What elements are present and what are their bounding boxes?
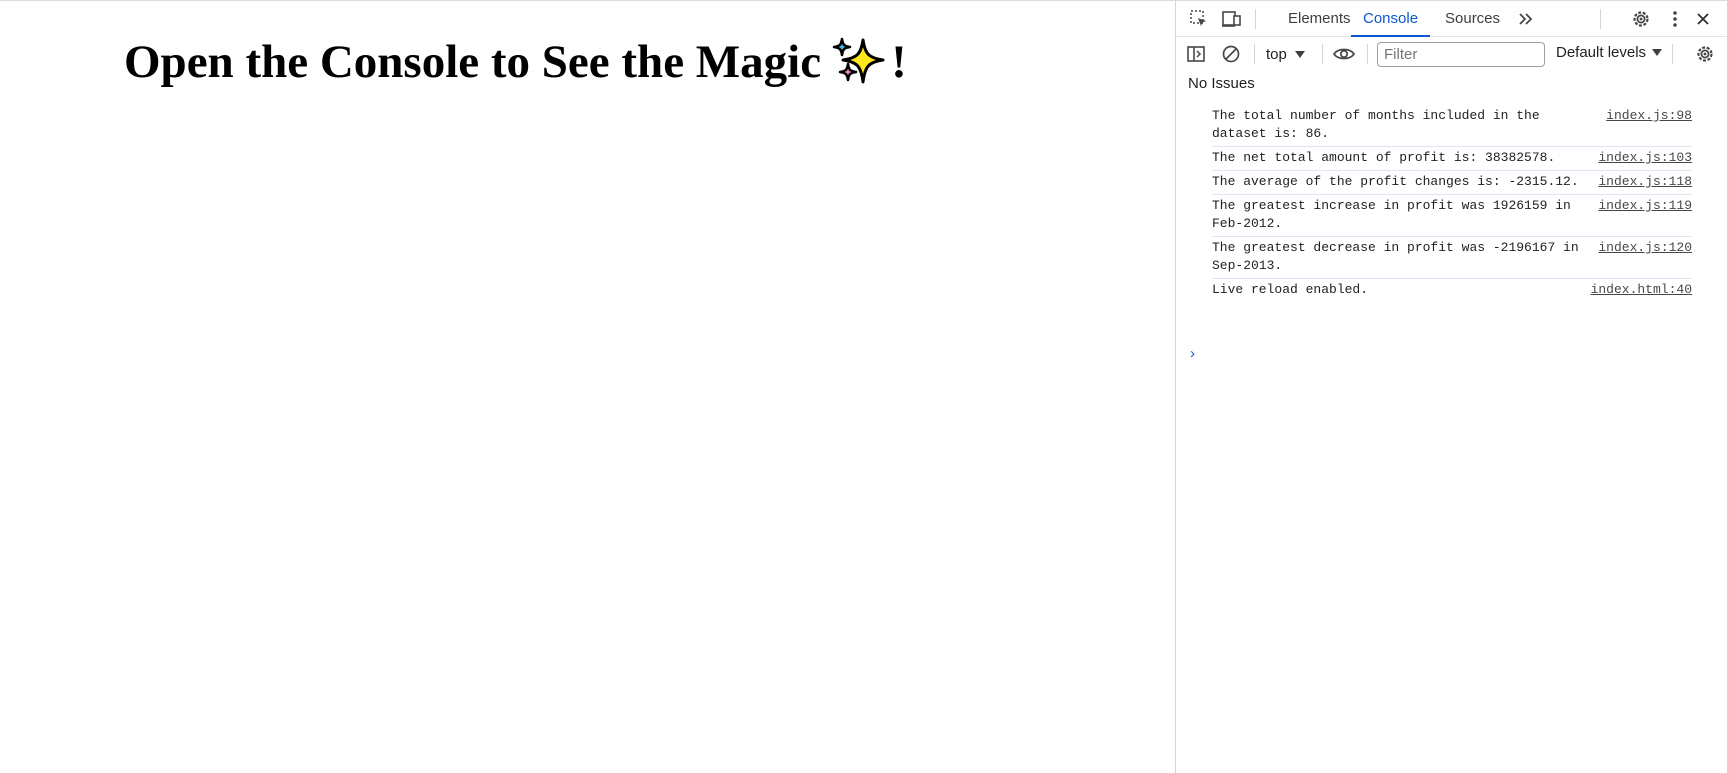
kebab-menu-icon[interactable] [1661, 5, 1689, 33]
message-source-link[interactable]: index.js:119 [1598, 197, 1692, 215]
context-selector[interactable]: top [1266, 44, 1305, 64]
devtools-tabbar: Elements Console Sources [1176, 1, 1727, 37]
console-message: The greatest increase in profit was 1926… [1212, 195, 1692, 237]
sparkles-icon [832, 37, 885, 84]
console-message: The greatest decrease in profit was -219… [1212, 237, 1692, 279]
inspect-element-icon[interactable] [1185, 5, 1213, 33]
message-text: The greatest decrease in profit was -219… [1212, 240, 1579, 273]
console-settings-icon[interactable] [1691, 40, 1719, 68]
message-source-link[interactable]: index.js:98 [1606, 107, 1692, 125]
issues-counter[interactable]: No Issues [1176, 71, 1727, 95]
tab-console[interactable]: Console [1351, 1, 1431, 37]
toolbar-separator-4 [1672, 44, 1673, 64]
console-message: The net total amount of profit is: 38382… [1212, 147, 1692, 171]
close-icon[interactable] [1689, 5, 1717, 33]
live-expression-eye-icon[interactable] [1330, 40, 1358, 68]
console-message: Live reload enabled. index.html:40 [1212, 279, 1692, 302]
page-title-exclaim: ! [891, 36, 907, 88]
console-message: The total number of months included in t… [1212, 105, 1692, 147]
console-prompt[interactable]: › [1190, 345, 1195, 362]
page-viewport: Open the Console to See the Magic ! [0, 0, 1175, 773]
page-title: Open the Console to See the Magic ! [124, 35, 907, 89]
console-toolbar: top Default levels [1176, 37, 1727, 71]
message-text: The average of the profit changes is: -2… [1212, 174, 1579, 189]
tabbar-separator [1255, 9, 1256, 29]
tab-sources[interactable]: Sources [1433, 1, 1512, 36]
clear-console-icon[interactable] [1217, 40, 1245, 68]
tabbar-separator-right [1600, 9, 1601, 29]
console-message: The average of the profit changes is: -2… [1212, 171, 1692, 195]
tab-elements[interactable]: Elements [1276, 1, 1363, 36]
sidebar-toggle-icon[interactable] [1182, 40, 1210, 68]
message-source-link[interactable]: index.js:118 [1598, 173, 1692, 191]
toolbar-separator [1254, 44, 1255, 64]
toolbar-separator-3 [1367, 44, 1368, 64]
levels-chevron-down-icon [1652, 49, 1663, 56]
toolbar-separator-2 [1322, 44, 1323, 64]
context-value: top [1266, 45, 1287, 63]
message-text: The total number of months included in t… [1212, 108, 1540, 141]
message-source-link[interactable]: index.html:40 [1591, 281, 1692, 299]
devtools-panel: Elements Console Sources top Filter Defa… [1175, 0, 1727, 773]
message-source-link[interactable]: index.js:103 [1598, 149, 1692, 167]
settings-icon[interactable] [1627, 5, 1655, 33]
device-toolbar-icon[interactable] [1218, 5, 1246, 33]
message-text: The greatest increase in profit was 1926… [1212, 198, 1571, 231]
message-text: Live reload enabled. [1212, 282, 1369, 297]
log-levels-label: Default levels [1556, 44, 1647, 61]
page-title-text: Open the Console to See the Magic [124, 36, 822, 88]
filter-input[interactable] [1377, 42, 1545, 67]
log-levels-dropdown[interactable]: Default levels [1556, 44, 1663, 61]
console-messages: The total number of months included in t… [1176, 105, 1727, 302]
message-text: The net total amount of profit is: 38382… [1212, 150, 1556, 165]
chevron-down-icon [1294, 50, 1305, 58]
message-source-link[interactable]: index.js:120 [1598, 239, 1692, 257]
more-tabs-icon[interactable] [1512, 5, 1540, 33]
